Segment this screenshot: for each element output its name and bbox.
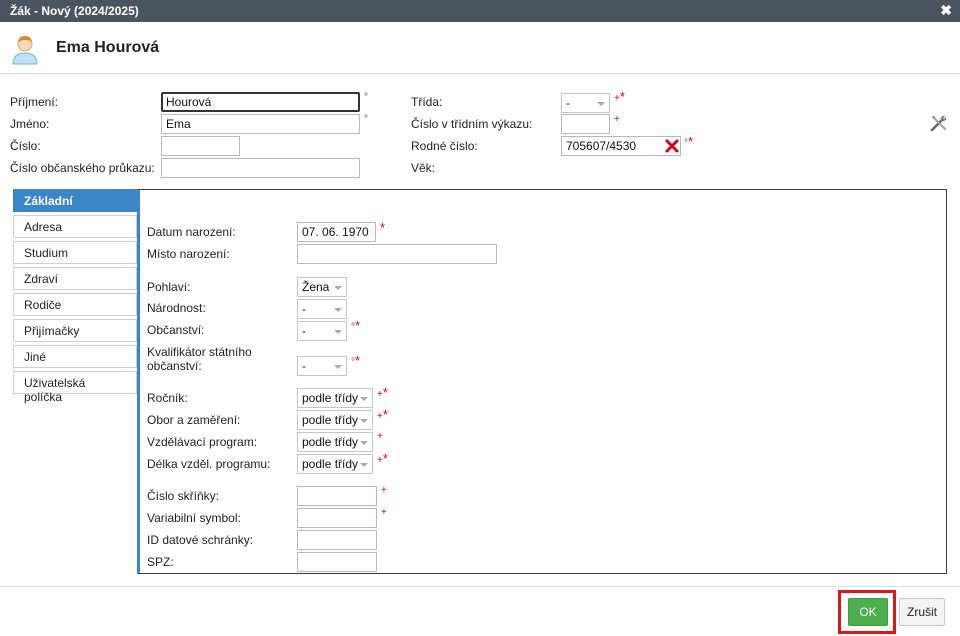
required-mark: +* [377,407,388,422]
plus-mark: + [377,431,383,442]
birth-number-input[interactable]: 705607/4530 [561,136,681,156]
program-label: Vzdělávací program: [147,435,258,449]
footer-divider [0,586,960,587]
gender-select[interactable]: Žena [297,277,347,297]
class-label: Třída: [411,95,443,109]
databox-label: ID datové schránky: [147,533,254,547]
birth-date-label: Datum narození: [147,225,236,239]
firstname-label: Jméno: [10,117,50,131]
tab-adresa[interactable]: Adresa [13,215,137,238]
required-mark: * [380,220,386,235]
citizenship-label: Občanství: [147,323,205,337]
varsym-label: Variabilní symbol: [147,511,241,525]
idcard-label: Číslo občanského průkazu: [10,161,155,175]
citizenship-value: - [302,324,306,338]
plus-mark: + [614,114,620,125]
tab-zdravi[interactable]: Zdraví [13,267,137,290]
student-header: Ema Hourová [0,22,960,74]
circle-mark: ° [364,92,368,103]
dropdown-arrow-icon [334,330,342,334]
databox-input[interactable] [297,530,377,550]
tools-icon[interactable] [929,113,949,133]
tab-zakladni[interactable]: Základní [13,189,137,212]
birth-date-input[interactable]: 07. 06. 1970 [297,222,376,242]
program-value: podle třídy [302,435,359,449]
surname-input[interactable]: Hourová [161,92,360,112]
birth-place-label: Místo narození: [147,247,230,261]
birth-place-input[interactable] [297,244,497,264]
required-mark: +* [377,451,388,466]
close-icon[interactable]: ✖ [940,2,952,19]
locker-input[interactable] [297,486,377,506]
length-value: podle třídy [302,457,359,471]
field-select[interactable]: podle třídy [297,410,373,430]
grade-value: podle třídy [302,391,359,405]
nationality-value: - [302,302,306,316]
dropdown-arrow-icon [334,308,342,312]
dropdown-arrow-icon [334,286,342,290]
class-select[interactable]: - [561,93,610,113]
qualifier-label-line1: Kvalifikátor státního [147,345,252,359]
field-label: Obor a zaměření: [147,413,241,427]
required-mark: °* [684,134,694,149]
qualifier-select[interactable]: - [297,356,347,376]
class-value: - [566,96,570,110]
number-label: Číslo: [10,139,41,153]
length-select[interactable]: podle třídy [297,454,373,474]
circle-mark: ° [364,114,368,125]
idcard-input[interactable] [161,158,360,178]
qualifier-label-line2: občanství: [147,359,202,373]
title-bar: Žák - Nový (2024/2025) ✖ [0,0,960,22]
dropdown-arrow-icon [360,441,368,445]
cancel-button[interactable]: Zrušit [899,598,945,626]
plus-mark: + [381,507,387,518]
ok-button[interactable]: OK [848,598,888,626]
user-avatar-icon [12,36,38,65]
tab-rodice[interactable]: Rodiče [13,293,137,316]
dropdown-arrow-icon [334,365,342,369]
surname-label: Příjmení: [10,95,59,109]
firstname-input[interactable]: Ema [161,114,360,134]
report-number-label: Číslo v třídním výkazu: [411,117,533,131]
field-value: podle třídy [302,413,359,427]
tab-jine[interactable]: Jiné [13,345,137,368]
grade-label: Ročník: [147,391,188,405]
tab-prijimacky[interactable]: Přijímačky [13,319,137,342]
spz-input[interactable] [297,552,377,572]
length-label: Délka vzděl. programu: [147,457,271,471]
required-mark: °* [351,353,361,368]
age-label: Věk: [411,161,436,175]
clear-icon[interactable] [664,138,680,154]
nationality-label: Národnost: [147,301,206,315]
citizenship-select[interactable]: - [297,321,347,341]
required-mark: +* [614,89,625,104]
locker-label: Číslo skříňky: [147,489,220,503]
grade-select[interactable]: podle třídy [297,388,373,408]
qualifier-value: - [302,359,306,373]
student-name: Ema Hourová [56,39,160,56]
required-mark: +* [377,385,388,400]
tab-studium[interactable]: Studium [13,241,137,264]
nationality-select[interactable]: - [297,299,347,319]
dropdown-arrow-icon [360,397,368,401]
gender-value: Žena [302,280,330,294]
varsym-input[interactable] [297,508,377,528]
birth-number-label: Rodné číslo: [411,139,478,153]
number-input[interactable] [161,136,240,156]
program-select[interactable]: podle třídy [297,432,373,452]
spz-label: SPZ: [147,555,174,569]
dropdown-arrow-icon [360,419,368,423]
tab-panel-zakladni: Datum narození: 07. 06. 1970 * Místo nar… [137,189,947,574]
report-number-input[interactable] [561,114,610,134]
dropdown-arrow-icon [360,463,368,467]
gender-label: Pohlaví: [147,280,191,294]
required-mark: °* [351,318,361,333]
dropdown-arrow-icon [597,102,605,106]
window-title: Žák - Nový (2024/2025) [10,4,139,18]
plus-mark: + [381,485,387,496]
tab-uzivatelska-policka[interactable]: Uživatelská políčka [13,371,137,404]
